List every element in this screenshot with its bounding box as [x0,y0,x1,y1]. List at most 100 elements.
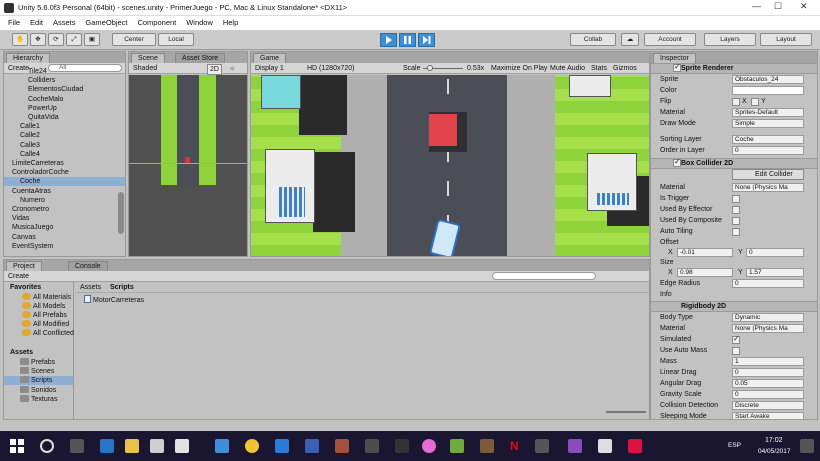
sleeping-mode-dropdown[interactable]: Start Awake [732,412,804,419]
language-indicator[interactable]: ESP [728,442,741,449]
menu-component[interactable]: Component [137,16,176,30]
assets-header[interactable]: Assets [10,348,33,357]
favorite-item[interactable]: All Materials [22,293,71,302]
hierarchy-item[interactable]: Calle2 [4,131,125,140]
offset-y-field[interactable]: 0 [746,248,804,257]
sprite-renderer-enabled-checkbox[interactable] [673,62,681,72]
minimize-icon[interactable]: — [752,1,761,11]
flip-x-checkbox[interactable] [732,98,740,106]
resolution-dropdown[interactable]: HD (1280x720) [307,64,354,73]
visual-studio-icon[interactable] [568,439,582,453]
scale-slider-thumb[interactable] [427,65,433,71]
hierarchy-item[interactable]: Calle4 [4,150,125,159]
notifications-icon[interactable] [800,439,814,453]
menu-help[interactable]: Help [223,16,238,30]
project-folder-item[interactable]: Sonidos [4,385,73,395]
flip-y-checkbox[interactable] [751,98,759,106]
minecraft-icon[interactable] [480,439,494,453]
sorting-layer-dropdown[interactable]: Coche [732,135,804,144]
app-icon[interactable] [335,439,349,453]
mail-icon[interactable] [215,439,229,453]
is-trigger-checkbox[interactable] [732,195,740,203]
app-icon[interactable] [175,439,189,453]
icon-size-slider[interactable] [606,411,646,413]
hierarchy-item[interactable]: Canvas [4,233,125,242]
clock-date[interactable]: 04/05/2017 [758,448,791,455]
hierarchy-item[interactable]: LimiteCarreteras [4,159,125,168]
angular-drag-field[interactable]: 0.05 [732,379,804,388]
task-view-icon[interactable] [70,439,84,453]
app-icon[interactable] [628,439,642,453]
favorite-item[interactable]: All Modified [22,320,69,329]
scene-lighting-icon[interactable]: ☼ [229,64,235,73]
use-auto-mass-checkbox[interactable] [732,347,740,355]
hierarchy-item[interactable]: PowerUp [4,104,125,113]
collider-material-field[interactable]: None (Physics Ma [732,183,804,192]
cloud-icon[interactable]: ☁ [621,33,639,46]
tab-game[interactable]: Game [253,53,287,63]
gizmos-dropdown[interactable]: Gizmos [613,64,637,73]
account-dropdown[interactable]: Account [644,33,696,46]
windows-start-icon[interactable] [10,439,24,453]
rigidbody-header[interactable]: Rigidbody 2D [651,301,817,312]
step-button[interactable] [418,33,435,47]
play-button[interactable] [380,33,397,47]
app-icon[interactable] [150,439,164,453]
hierarchy-item[interactable]: Calle3 [4,141,125,150]
info-foldout[interactable]: Info [660,291,672,298]
breadcrumb-assets[interactable]: Assets [80,283,101,292]
unity-taskbar-icon[interactable] [535,439,549,453]
layers-dropdown[interactable]: Layers [704,33,756,46]
hierarchy-item[interactable]: Tile24 [4,67,125,76]
edge-radius-field[interactable]: 0 [732,279,804,288]
game-viewport[interactable] [251,75,649,256]
material-field[interactable]: Sprites-Default [732,108,804,117]
menu-edit[interactable]: Edit [30,16,43,30]
size-x-field[interactable]: 0.98 [677,268,733,277]
tab-asset-store[interactable]: Asset Store [175,53,226,63]
menu-file[interactable]: File [8,16,20,30]
body-type-dropdown[interactable]: Dynamic [732,313,804,322]
size-y-field[interactable]: 1.57 [746,268,804,277]
pause-button[interactable] [399,33,416,47]
project-folder-item[interactable]: Scripts [4,376,73,386]
hand-tool-icon[interactable]: ✋ [12,33,28,46]
hierarchy-item[interactable]: Numero [4,196,125,205]
auto-tiling-checkbox[interactable] [732,228,740,236]
menu-assets[interactable]: Assets [53,16,76,30]
close-icon[interactable]: ✕ [800,1,808,12]
mute-audio-toggle[interactable]: Mute Audio [550,64,585,73]
shading-mode-dropdown[interactable]: Shaded [133,64,157,73]
order-in-layer-field[interactable]: 0 [732,146,804,155]
hierarchy-tree[interactable]: Tile24 Colliders ElementosCiudad CocheMalo P… [4,68,125,256]
project-folder-item[interactable]: Texturas [4,394,73,404]
used-by-composite-checkbox[interactable] [732,217,740,225]
tab-console[interactable]: Console [68,261,108,271]
project-search-input[interactable] [492,272,596,280]
mode-2d-toggle[interactable]: 2D [207,64,222,75]
simulated-checkbox[interactable] [732,334,740,344]
menu-window[interactable]: Window [186,16,213,30]
hierarchy-item[interactable]: Coche [4,177,125,187]
gravity-scale-field[interactable]: 0 [732,390,804,399]
tab-hierarchy[interactable]: Hierarchy [6,53,50,63]
scale-tool-icon[interactable]: ⤢ [66,33,82,46]
tab-scene[interactable]: Scene [131,53,165,63]
hierarchy-item[interactable]: QuitaVida [4,113,125,122]
hierarchy-item[interactable]: Vidas [4,214,125,223]
hierarchy-item[interactable]: EventSystem [4,242,125,251]
collision-detection-dropdown[interactable]: Discrete [732,401,804,410]
favorite-item[interactable]: All Prefabs [22,311,67,320]
favorite-item[interactable]: All Models [22,302,65,311]
move-tool-icon[interactable]: ✥ [30,33,46,46]
clock-time[interactable]: 17:02 [765,437,783,444]
store-icon[interactable] [100,439,114,453]
script-file-item[interactable]: MotorCarreteras [84,295,144,305]
hierarchy-item[interactable]: MusicaJuego [4,223,125,232]
scale-slider[interactable] [423,65,463,71]
scene-viewport[interactable] [129,75,247,256]
collab-button[interactable]: Collab [570,33,616,46]
file-explorer-icon[interactable] [125,439,139,453]
color-field[interactable] [732,86,804,95]
offset-x-field[interactable]: -0.01 [677,248,733,257]
